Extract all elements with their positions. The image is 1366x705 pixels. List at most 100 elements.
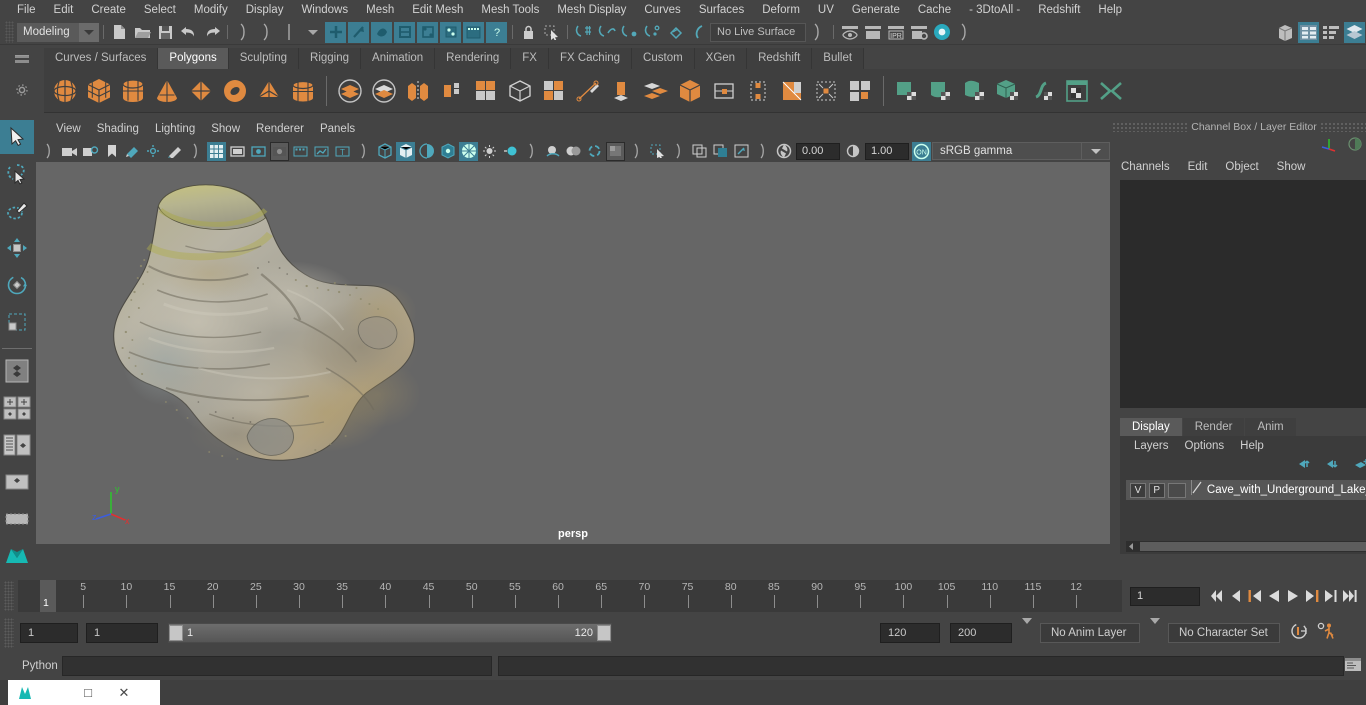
isolate-select-icon[interactable] bbox=[648, 142, 667, 161]
shelf-tab-polygons[interactable]: Polygons bbox=[158, 48, 229, 69]
menu-item-modify[interactable]: Modify bbox=[185, 0, 237, 20]
menu-item-surfaces[interactable]: Surfaces bbox=[690, 0, 753, 20]
bridge-icon[interactable] bbox=[673, 74, 707, 108]
gate-mask-icon[interactable] bbox=[270, 141, 289, 161]
save-scene-icon[interactable] bbox=[155, 22, 176, 43]
layer-tab-anim[interactable]: Anim bbox=[1245, 418, 1296, 436]
move-tool-icon[interactable] bbox=[0, 231, 34, 265]
snap-to-view-plane-icon[interactable] bbox=[665, 22, 686, 43]
smooth-mesh-icon[interactable] bbox=[503, 74, 537, 108]
image-plane-icon[interactable] bbox=[123, 142, 142, 161]
range-end-handle[interactable] bbox=[597, 625, 611, 641]
menu-item-curves[interactable]: Curves bbox=[635, 0, 689, 20]
boolean-union-icon[interactable] bbox=[333, 74, 367, 108]
shelf-tab-bullet[interactable]: Bullet bbox=[812, 48, 865, 69]
viewport-menu-shading[interactable]: Shading bbox=[89, 123, 147, 135]
film-origin-icon[interactable] bbox=[291, 142, 310, 161]
uv-cylindrical-icon[interactable] bbox=[924, 74, 958, 108]
menu-item-uv[interactable]: UV bbox=[809, 0, 843, 20]
gamma-icon[interactable] bbox=[843, 142, 862, 161]
shelf-tab-rigging[interactable]: Rigging bbox=[299, 48, 362, 69]
character-set-dropdown-icon[interactable] bbox=[1150, 618, 1160, 642]
outliner-persp-layout-icon[interactable] bbox=[0, 428, 34, 462]
scrollbar-thumb[interactable] bbox=[1140, 542, 1366, 551]
scroll-left-arrow-icon[interactable] bbox=[1126, 538, 1136, 556]
poly-cylinder-icon[interactable] bbox=[116, 74, 150, 108]
menu-item-file[interactable]: File bbox=[8, 0, 45, 20]
multisample-aa-icon[interactable] bbox=[606, 141, 625, 161]
viewport-menu-show[interactable]: Show bbox=[203, 123, 248, 135]
uv-layout-icon[interactable] bbox=[1094, 74, 1128, 108]
toolbar-bracket-icon-4[interactable] bbox=[522, 142, 541, 161]
minimize-button[interactable] bbox=[34, 680, 70, 705]
channel-box-menu-show[interactable]: Show bbox=[1268, 161, 1315, 173]
range-start-field[interactable]: 1 bbox=[20, 623, 78, 643]
component-face-icon[interactable] bbox=[371, 21, 392, 43]
character-set-combo[interactable]: No Character Set bbox=[1168, 623, 1280, 643]
layer-horizontal-scrollbar[interactable] bbox=[1126, 541, 1366, 552]
step-back-keyframe-icon[interactable] bbox=[1227, 586, 1244, 606]
motion-blur-icon[interactable] bbox=[585, 142, 604, 161]
close-button[interactable]: ✕ bbox=[106, 680, 142, 705]
select-hull-icon[interactable] bbox=[440, 21, 461, 43]
shelf-tab-fx-caching[interactable]: FX Caching bbox=[548, 48, 633, 69]
channel-box-menu-channels[interactable]: Channels bbox=[1112, 161, 1179, 173]
exposure-icon[interactable] bbox=[774, 142, 793, 161]
command-input-field[interactable] bbox=[62, 656, 492, 676]
menu-item-create[interactable]: Create bbox=[82, 0, 135, 20]
viewport-menu-renderer[interactable]: Renderer bbox=[248, 123, 312, 135]
channel-box-menu-edit[interactable]: Edit bbox=[1179, 161, 1217, 173]
toggle-tool-settings-icon[interactable] bbox=[1321, 22, 1342, 43]
menu-item-deform[interactable]: Deform bbox=[753, 0, 809, 20]
poly-quad-draw-icon[interactable] bbox=[843, 74, 877, 108]
script-editor-icon[interactable] bbox=[1344, 656, 1362, 678]
ambient-occlusion-icon[interactable] bbox=[564, 142, 583, 161]
separate-icon[interactable] bbox=[435, 74, 469, 108]
xray-icon[interactable] bbox=[690, 142, 709, 161]
menu-item-help[interactable]: Help bbox=[1089, 0, 1131, 20]
go-to-end-icon[interactable] bbox=[1341, 586, 1358, 606]
menu-item-edit-mesh[interactable]: Edit Mesh bbox=[403, 0, 472, 20]
text-overlay-icon[interactable]: T bbox=[333, 142, 352, 161]
two-pane-layout-icon[interactable] bbox=[0, 391, 34, 425]
select-by-object-icon[interactable] bbox=[256, 22, 277, 43]
poly-grid-icon[interactable] bbox=[469, 74, 503, 108]
snap-to-projected-center-icon[interactable] bbox=[642, 22, 663, 43]
toggle-attribute-editor-icon[interactable] bbox=[1298, 21, 1319, 43]
boolean-difference-icon[interactable] bbox=[367, 74, 401, 108]
perspective-viewport[interactable]: y x z persp bbox=[36, 162, 1110, 544]
poly-prism-icon[interactable] bbox=[286, 74, 320, 108]
menu-item-redshift[interactable]: Redshift bbox=[1029, 0, 1089, 20]
toggle-channel-box-icon[interactable] bbox=[1344, 21, 1365, 43]
persp-view-layout-icon[interactable] bbox=[0, 355, 34, 389]
range-slider-grip[interactable] bbox=[4, 618, 14, 648]
gamma-value-field[interactable]: 1.00 bbox=[865, 142, 909, 160]
make-live-icon[interactable] bbox=[688, 22, 709, 43]
anim-layer-combo[interactable]: No Anim Layer bbox=[1040, 623, 1140, 643]
shelf-options-gear-icon[interactable] bbox=[15, 83, 29, 102]
half-circle-icon[interactable] bbox=[1348, 136, 1362, 156]
menu-item-3dtoall[interactable]: - 3DtoAll - bbox=[960, 0, 1029, 20]
select-by-hierarchy-icon[interactable] bbox=[233, 22, 254, 43]
time-slider[interactable]: 1 5 10 15 20 25 30 35 40 45 50 55 60 65 70 75 80 85 90 95 1… bbox=[18, 580, 1122, 612]
go-to-start-icon[interactable] bbox=[1208, 586, 1225, 606]
shelf-collapse-handle-2[interactable] bbox=[15, 60, 29, 63]
smooth-shading-icon[interactable] bbox=[396, 141, 415, 161]
merge-vertices-icon[interactable] bbox=[809, 74, 843, 108]
uv-planar-icon[interactable] bbox=[890, 74, 924, 108]
channel-box-menu-object[interactable]: Object bbox=[1216, 161, 1267, 173]
saved-layout-icon[interactable] bbox=[0, 502, 34, 536]
shadows-icon[interactable] bbox=[543, 142, 562, 161]
extrude-icon[interactable] bbox=[605, 74, 639, 108]
lighting-all-lights-icon[interactable] bbox=[501, 142, 520, 161]
color-management-toggle-icon[interactable]: ON bbox=[912, 141, 931, 161]
layer-menu-help[interactable]: Help bbox=[1232, 440, 1272, 452]
mode-dropdown-icon[interactable] bbox=[302, 22, 323, 43]
command-output-field[interactable] bbox=[498, 656, 1344, 676]
help-question-icon[interactable]: ? bbox=[486, 21, 507, 43]
viewport-menu-lighting[interactable]: Lighting bbox=[147, 123, 203, 135]
anim-layer-dropdown-icon[interactable] bbox=[1022, 618, 1032, 642]
new-scene-icon[interactable] bbox=[109, 22, 130, 43]
layer-menu-options[interactable]: Options bbox=[1177, 440, 1233, 452]
film-gate-icon[interactable] bbox=[228, 142, 247, 161]
